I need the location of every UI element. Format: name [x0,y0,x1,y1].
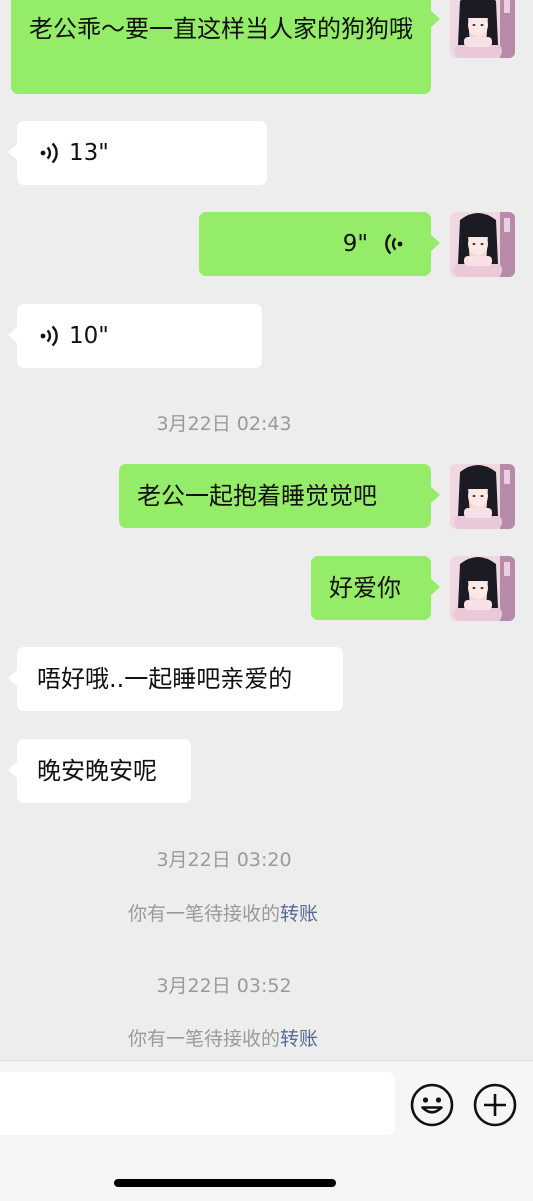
transfer-notice-text: 你有一笔待接收的 [127,1028,280,1050]
avatar[interactable] [450,464,515,529]
message-bubble-outgoing[interactable]: 好爱你 [311,556,440,620]
more-button[interactable] [472,1082,518,1128]
message-bubble-incoming[interactable]: 唔好哦..一起睡吧亲爱的 [8,647,343,711]
message-bubble-outgoing[interactable]: 老公一起抱着睡觉觉吧 [119,464,440,528]
timestamp: 3月22日 03:52 [156,975,292,997]
message-bubble-outgoing[interactable]: 老公乖～要一直这样当人家的狗狗哦 [11,0,440,94]
avatar-image [450,556,515,621]
voice-message-outgoing[interactable]: 9" [199,212,440,276]
voice-duration: 9" [342,231,368,257]
avatar-image [450,0,515,58]
avatar[interactable] [450,212,515,277]
home-indicator[interactable] [114,1179,336,1187]
avatar[interactable] [450,556,515,621]
plus-circle-icon [473,1083,517,1127]
message-bubble-incoming[interactable]: 晚安晚安呢 [8,739,191,803]
voice-wave-icon [40,325,58,347]
voice-wave-icon [40,142,58,164]
voice-duration: 13" [69,140,109,166]
transfer-notice: 你有一笔待接收的转账 [0,1024,446,1051]
transfer-notice: 你有一笔待接收的转账 [0,899,446,926]
message-input[interactable] [0,1072,395,1135]
message-text: 好爱你 [329,574,401,602]
voice-duration: 10" [69,323,109,349]
voice-message-incoming[interactable]: 13" [8,121,267,185]
timestamp: 3月22日 03:20 [156,849,292,871]
voice-wave-icon [385,233,403,255]
message-text: 唔好哦..一起睡吧亲爱的 [37,665,293,693]
transfer-link[interactable]: 转账 [280,903,318,925]
transfer-notice-text: 你有一笔待接收的 [127,903,280,925]
avatar[interactable] [450,0,515,58]
avatar-image [450,464,515,529]
message-text: 老公一起抱着睡觉觉吧 [137,482,377,510]
transfer-link[interactable]: 转账 [280,1028,318,1050]
message-text: 老公乖～要一直这样当人家的狗狗哦 [29,15,413,43]
timestamp: 3月22日 02:43 [156,413,292,435]
avatar-image [450,212,515,277]
emoji-button[interactable] [409,1082,455,1128]
smiley-icon [410,1083,454,1127]
chat-area: 老公乖～要一直这样当人家的狗狗哦 13" 9" 10" 3月22日 02:43 … [0,0,533,1060]
message-text: 晚安晚安呢 [37,757,157,785]
voice-message-incoming[interactable]: 10" [8,304,262,368]
